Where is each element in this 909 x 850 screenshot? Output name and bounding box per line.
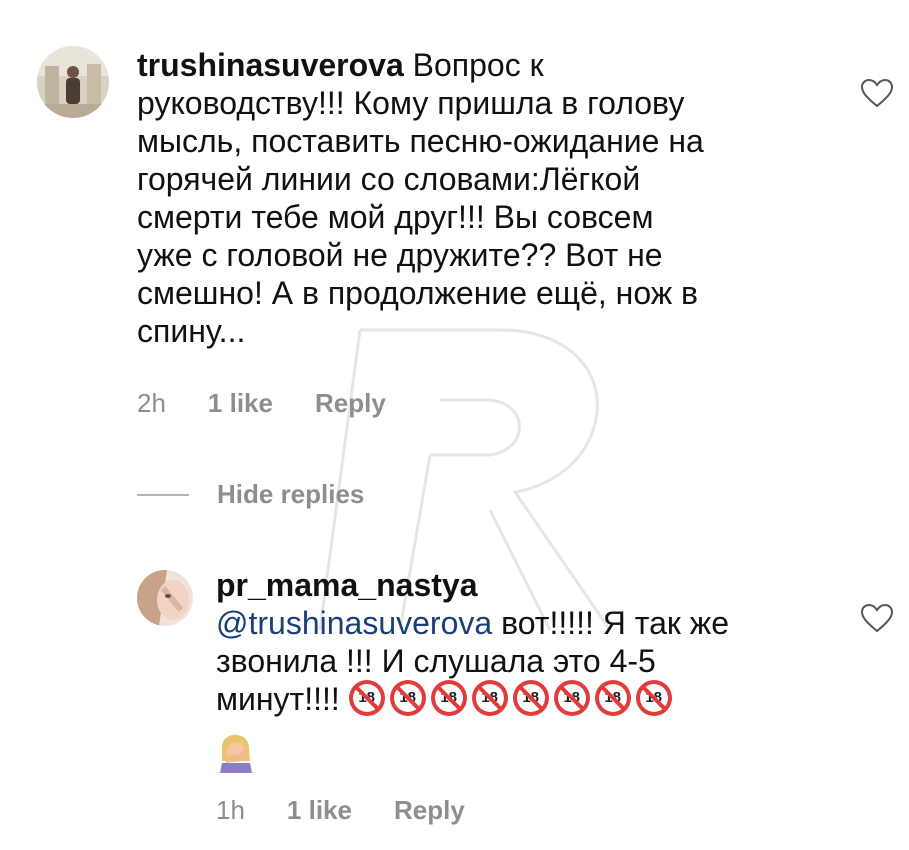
avatar[interactable] — [137, 570, 193, 626]
comment-line: горячей линии со словами:Лёгкой — [137, 161, 641, 197]
mention-link[interactable]: @trushinasuverova — [216, 605, 492, 641]
no-under-18-icon — [471, 680, 508, 716]
divider-line — [137, 493, 189, 496]
comment-line: руководству!!! Кому пришла в голову — [137, 85, 685, 121]
no-under-18-icon — [553, 680, 590, 716]
comment-line: смерти тебе мой друг!!! Вы совсем — [137, 199, 654, 235]
like-count[interactable]: 1 like — [208, 388, 273, 419]
comment-line: Вопрос к — [412, 47, 544, 83]
reply-meta: 1h 1 like Reply — [216, 795, 507, 826]
avatar[interactable] — [37, 46, 109, 118]
comment-line: уже с головой не дружите?? Вот не — [137, 237, 663, 273]
hide-replies-button[interactable]: Hide replies — [137, 479, 364, 510]
reply-button[interactable]: Reply — [394, 795, 465, 826]
reply-line: звонила !!! И слушала это 4-5 — [216, 643, 656, 679]
no-under-18-icon — [430, 680, 467, 716]
no-under-18-icon — [635, 680, 672, 716]
reply-text: pr_mama_nastya @trushinasuverova вот!!!!… — [216, 566, 856, 718]
reply-line: вот!!!!! Я так же — [492, 605, 729, 641]
heart-outline-icon[interactable] — [860, 78, 894, 108]
reply-button[interactable]: Reply — [315, 388, 386, 419]
like-count[interactable]: 1 like — [287, 795, 352, 826]
reply-line: минут!!!! — [216, 681, 349, 717]
comment-meta: 2h 1 like Reply — [137, 388, 428, 419]
no-under-18-icon — [348, 680, 385, 716]
comment-line: мысль, поставить песню-ожидание на — [137, 123, 704, 159]
no-under-18-icon — [389, 680, 426, 716]
comment-username[interactable]: trushinasuverova — [137, 47, 404, 83]
no-under-18-icon — [512, 680, 549, 716]
hide-replies-label: Hide replies — [217, 479, 365, 509]
comment-line: смешно! А в продолжение ещё, нож в — [137, 275, 699, 311]
reply-time: 1h — [216, 795, 245, 825]
comment-time: 2h — [137, 388, 166, 418]
comment-line: спину... — [137, 313, 246, 349]
reply-username[interactable]: pr_mama_nastya — [216, 566, 856, 604]
heart-outline-icon[interactable] — [860, 603, 894, 633]
facepalm-icon — [220, 734, 252, 773]
comment-text: trushinasuverova Вопрос к руководству!!!… — [137, 46, 837, 350]
no-under-18-icon — [594, 680, 631, 716]
